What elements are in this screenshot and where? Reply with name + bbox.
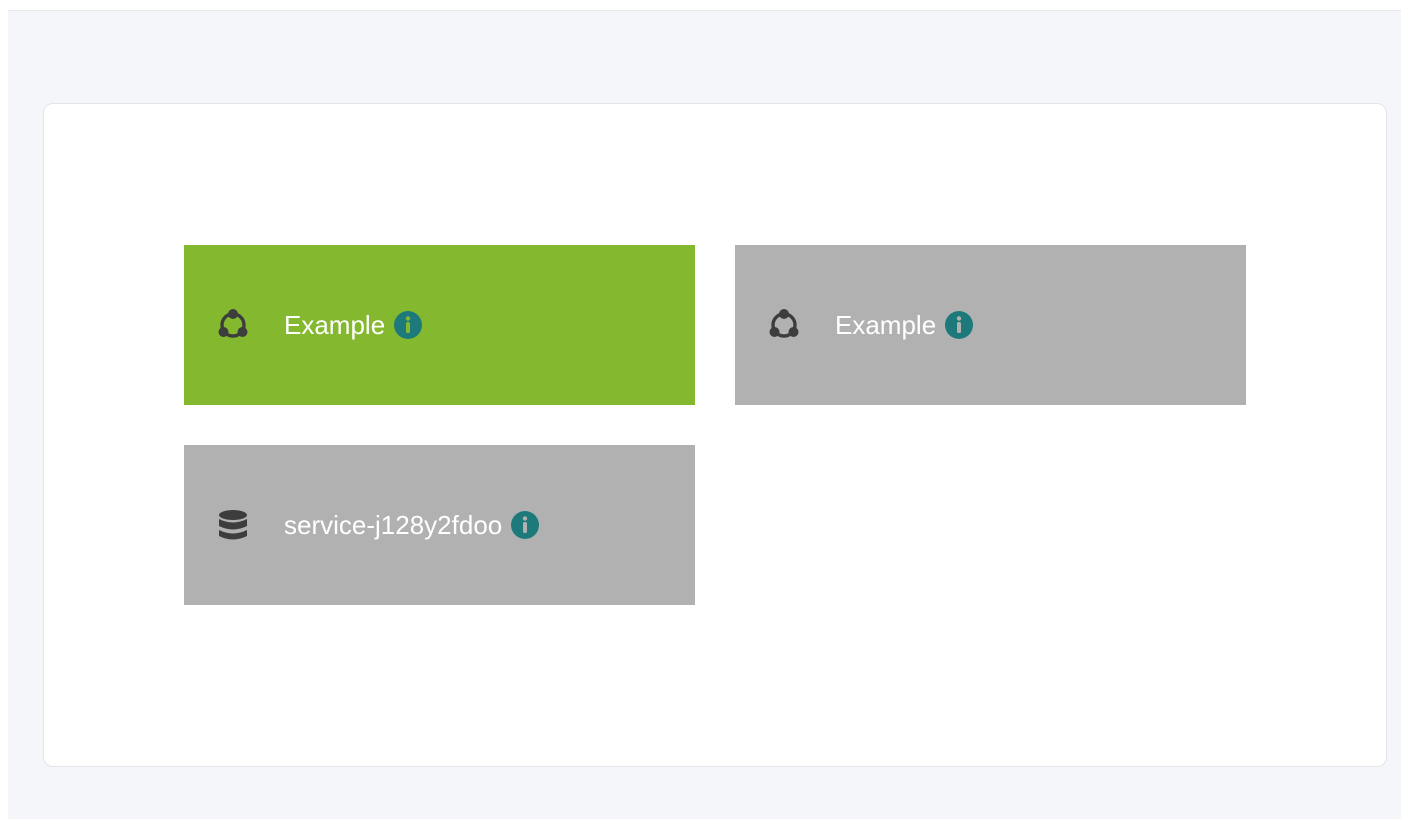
content-panel (43, 103, 1387, 767)
tile-label: service-j128y2fdoo (284, 510, 503, 540)
tile-service[interactable]: service-j128y2fdoo (184, 445, 695, 605)
tile-example[interactable]: Example (735, 245, 1246, 405)
tile-label: Example (284, 310, 386, 340)
tile-example-active[interactable]: Example (184, 245, 695, 405)
database-icon (214, 506, 252, 544)
network-icon (765, 306, 803, 344)
info-icon[interactable] (511, 511, 540, 539)
network-icon (214, 306, 252, 344)
tile-label: Example (835, 310, 937, 340)
info-icon[interactable] (945, 311, 974, 339)
info-icon[interactable] (394, 311, 423, 339)
